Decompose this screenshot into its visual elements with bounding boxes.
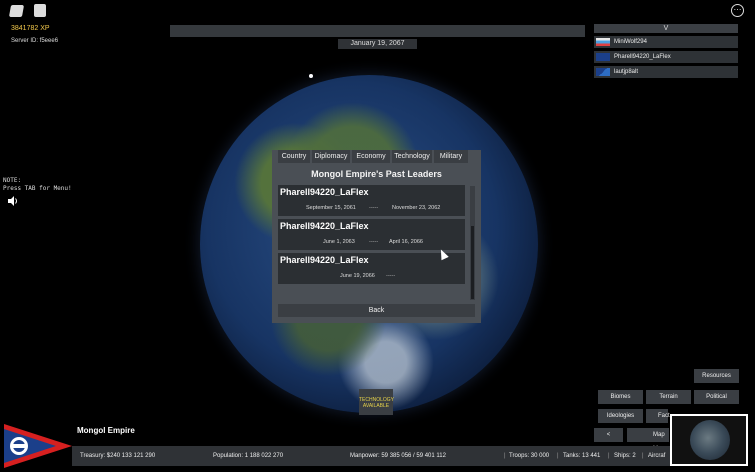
leader-name: Pharell94220_LaFlex <box>280 187 369 197</box>
past-leaders-list: Pharell94220_LaFlex September 15, 2061 -… <box>278 185 465 301</box>
player-list: V MiniWolf294 Pharell94220_LaFlex lautjp… <box>594 24 738 78</box>
leader-date-separator: ----- <box>386 273 396 279</box>
star <box>309 74 313 78</box>
chat-icon[interactable] <box>34 4 46 17</box>
tab-country[interactable]: Country <box>278 150 310 163</box>
back-button[interactable]: Back <box>278 304 475 317</box>
leader-entry: Pharell94220_LaFlex September 15, 2061 -… <box>278 185 465 216</box>
tanks-stat: Tanks: 13 441 <box>563 453 601 459</box>
leader-end-date: April 16, 2066 <box>389 239 423 245</box>
map-prev-button[interactable]: < <box>594 428 623 442</box>
leader-name: Pharell94220_LaFlex <box>280 221 369 231</box>
leader-date-separator: ----- <box>369 205 379 211</box>
player-row[interactable]: MiniWolf294 <box>594 36 738 48</box>
treasury-stat: Treasury: $240 133 121 290 <box>80 453 156 459</box>
minimap[interactable] <box>670 414 748 466</box>
map-mode-biomes-button[interactable]: Biomes <box>598 390 643 404</box>
map-mode-political-button[interactable]: Political <box>694 390 739 404</box>
tab-economy[interactable]: Economy <box>352 150 390 163</box>
panel-tabs: Country Diplomacy Economy Technology Mil… <box>278 150 468 163</box>
player-list-toggle[interactable]: V <box>594 24 738 33</box>
leader-start-date: June 19, 2066 <box>340 273 375 279</box>
map-mode-toggle-button[interactable]: Map M <box>627 428 669 452</box>
technology-available-button[interactable]: TECHNOLOGY AVAILABLE <box>359 389 394 415</box>
minimap-globe <box>690 420 730 460</box>
tab-technology[interactable]: Technology <box>392 150 432 163</box>
player-name: Pharell94220_LaFlex <box>614 54 671 60</box>
population-stat: Population: 1 188 022 270 <box>213 453 284 459</box>
tab-diplomacy[interactable]: Diplomacy <box>312 150 350 163</box>
leader-entry: Pharell94220_LaFlex June 1, 2063 ----- A… <box>278 219 465 250</box>
manpower-stat: Manpower: 59 385 056 / 59 401 112 <box>350 453 446 459</box>
leader-name: Pharell94220_LaFlex <box>280 255 369 265</box>
leaders-scroll-thumb[interactable] <box>471 226 474 299</box>
map-mode-resources-button[interactable]: Resources <box>694 369 739 383</box>
player-flag-icon <box>596 68 610 76</box>
xp-counter: 3841782 XP <box>11 25 50 32</box>
player-name: lautjp8alt <box>614 69 639 75</box>
game-date: January 19, 2067 <box>338 39 417 49</box>
roblox-logo-icon[interactable] <box>8 5 25 17</box>
map-mode-ideologies-button[interactable]: Ideologies <box>598 409 643 423</box>
troops-stat: Troops: 30 000 <box>509 453 550 459</box>
tab-military[interactable]: Military <box>434 150 468 163</box>
server-id: Server ID: f5eee6 <box>11 38 59 44</box>
leader-end-date: November 23, 2062 <box>392 205 441 211</box>
leader-start-date: September 15, 2061 <box>306 205 356 211</box>
map-mode-terrain-button[interactable]: Terrain <box>646 390 691 404</box>
map-mode-factions-button[interactable]: Fact <box>646 409 670 423</box>
top-info-bar <box>170 25 585 37</box>
leader-entry: Pharell94220_LaFlex June 19, 2066 ----- <box>278 253 465 284</box>
player-row[interactable]: Pharell94220_LaFlex <box>594 51 738 63</box>
ships-stat: Ships: 2 <box>614 453 636 459</box>
leader-start-date: June 1, 2063 <box>323 239 355 245</box>
country-stats-bar: Treasury: $240 133 121 290 Population: 1… <box>72 446 670 466</box>
player-row[interactable]: lautjp8alt <box>594 66 738 78</box>
panel-title: Mongol Empire's Past Leaders <box>311 169 442 179</box>
leader-date-separator: ----- <box>369 239 379 245</box>
player-flag-icon <box>596 53 610 61</box>
speaker-icon[interactable] <box>7 195 19 207</box>
country-name: Mongol Empire <box>77 426 135 435</box>
more-options-icon[interactable]: ⋯ <box>731 4 744 17</box>
country-flag-icon <box>4 424 72 468</box>
menu-note: NOTE: Press TAB for Menu! <box>3 177 72 192</box>
player-name: MiniWolf294 <box>614 39 647 45</box>
aircraft-stat: Aircraf <box>648 453 666 459</box>
player-flag-icon <box>596 38 610 46</box>
